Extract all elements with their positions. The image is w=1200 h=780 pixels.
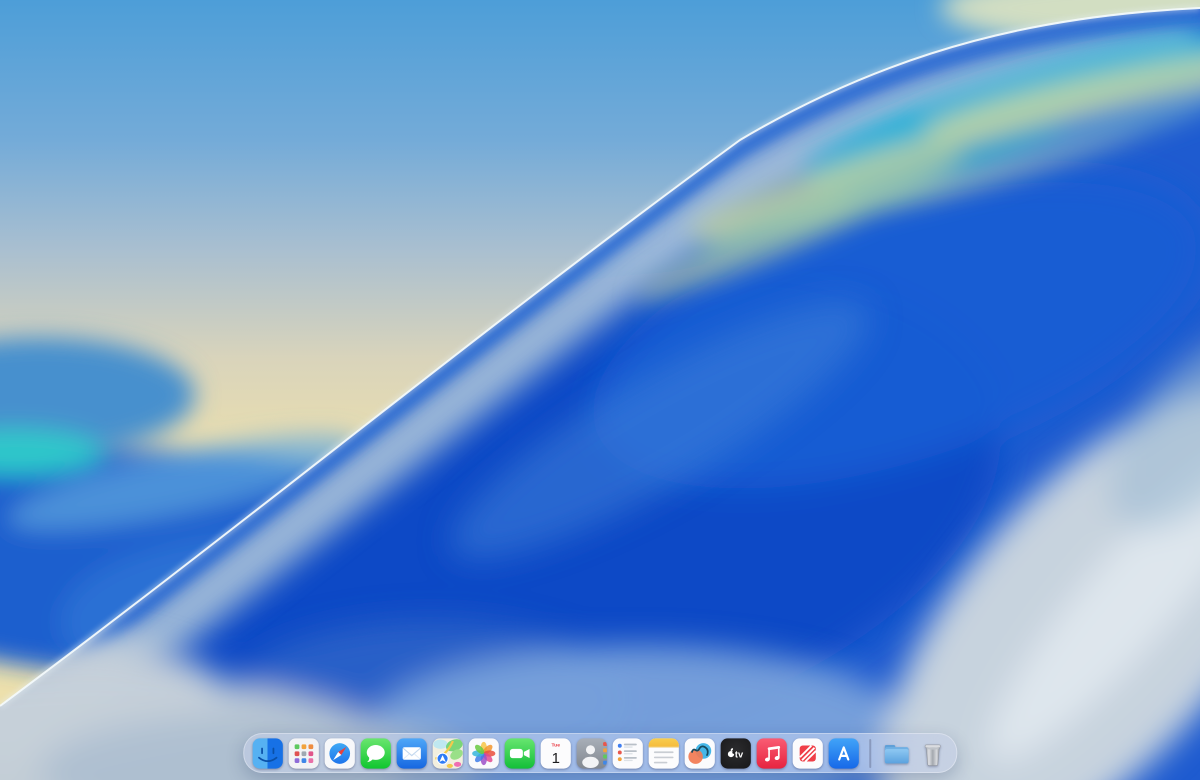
dock-item-launchpad[interactable] bbox=[288, 738, 319, 769]
calendar-icon: Tue1 bbox=[540, 738, 571, 769]
dock-item-messages[interactable] bbox=[360, 738, 391, 769]
dock-item-music[interactable] bbox=[756, 738, 787, 769]
dock-item-trash[interactable] bbox=[917, 738, 948, 769]
notes-icon bbox=[648, 738, 679, 769]
mail-icon bbox=[396, 738, 427, 769]
freeform-icon bbox=[684, 738, 715, 769]
dock-item-freeform[interactable] bbox=[684, 738, 715, 769]
dock-divider bbox=[869, 739, 871, 768]
svg-text:Tue: Tue bbox=[552, 742, 561, 748]
appstore-icon bbox=[828, 738, 859, 769]
dock-item-contacts[interactable] bbox=[576, 738, 607, 769]
launchpad-icon bbox=[288, 738, 319, 769]
maps-icon bbox=[432, 738, 463, 769]
dock-item-appstore[interactable] bbox=[828, 738, 859, 769]
facetime-icon bbox=[504, 738, 535, 769]
photos-icon bbox=[468, 738, 499, 769]
dock-item-safari[interactable] bbox=[324, 738, 355, 769]
safari-icon bbox=[324, 738, 355, 769]
news-icon bbox=[792, 738, 823, 769]
appletv-icon: tv bbox=[720, 738, 751, 769]
dock-item-mail[interactable] bbox=[396, 738, 427, 769]
finder-icon bbox=[252, 738, 283, 769]
contacts-icon bbox=[576, 738, 607, 769]
dock-item-photos[interactable] bbox=[468, 738, 499, 769]
dock-item-news[interactable] bbox=[792, 738, 823, 769]
wallpaper-image bbox=[0, 0, 1200, 780]
dock-item-notes[interactable] bbox=[648, 738, 679, 769]
music-icon bbox=[756, 738, 787, 769]
reminders-icon bbox=[612, 738, 643, 769]
dock-item-calendar[interactable]: Tue1 bbox=[540, 738, 571, 769]
dock-item-appletv[interactable]: tv bbox=[720, 738, 751, 769]
dock-item-downloads[interactable] bbox=[881, 738, 912, 769]
svg-text:1: 1 bbox=[552, 749, 560, 766]
trash-icon bbox=[917, 738, 948, 769]
svg-text:tv: tv bbox=[735, 749, 744, 759]
dock: Tue1 tv bbox=[243, 733, 957, 773]
downloads-folder-icon bbox=[881, 738, 912, 769]
dock-item-maps[interactable] bbox=[432, 738, 463, 769]
dock-item-finder[interactable] bbox=[252, 738, 283, 769]
messages-icon bbox=[360, 738, 391, 769]
dock-item-facetime[interactable] bbox=[504, 738, 535, 769]
dock-item-reminders[interactable] bbox=[612, 738, 643, 769]
